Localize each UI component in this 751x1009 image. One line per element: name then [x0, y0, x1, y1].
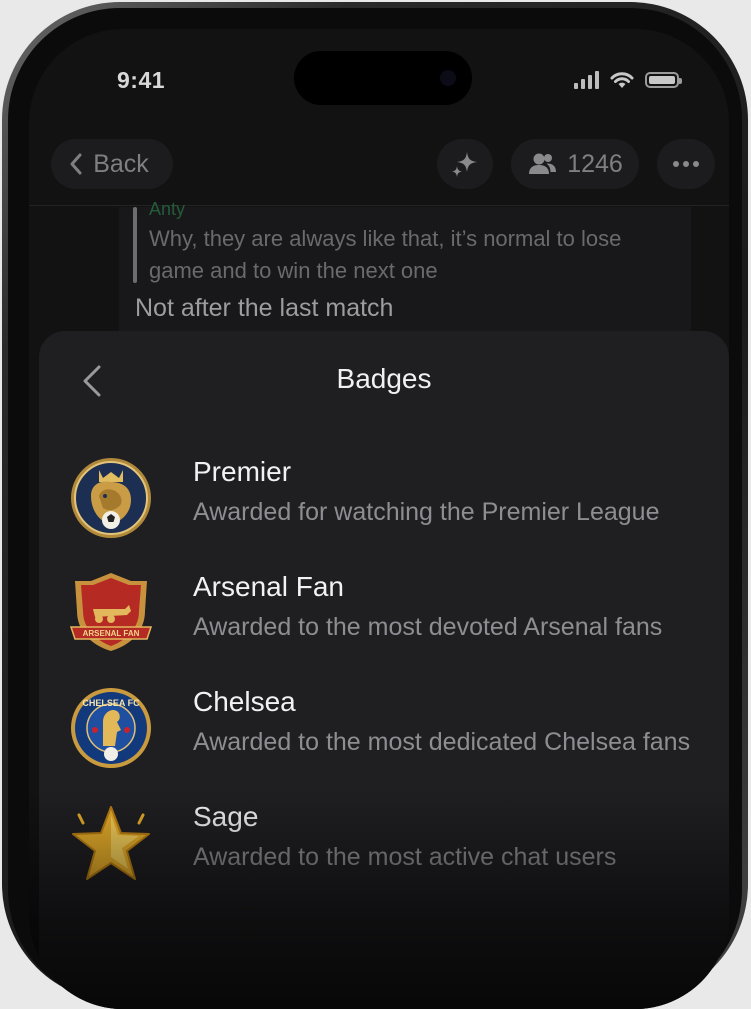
signal-icon [574, 71, 599, 89]
status-bar: 9:41 [29, 29, 729, 129]
people-icon [529, 153, 557, 174]
badge-item-chelsea[interactable]: CHELSEA FC Chelsea Awarded to the most d… [69, 686, 719, 786]
more-button[interactable] [657, 139, 715, 189]
badge-item-sage[interactable]: Sage Awarded to the most active chat use… [69, 801, 719, 901]
back-button[interactable]: Back [51, 139, 173, 189]
back-label: Back [93, 149, 149, 178]
badge-name: Arsenal Fan [193, 571, 344, 602]
badge-description: Awarded to the most dedicated Chelsea fa… [193, 728, 691, 756]
reply-quote-text: Why, they are always like that, it’s nor… [149, 226, 622, 283]
more-dot-icon [673, 161, 679, 167]
reply-author: Anty [149, 199, 186, 219]
badge-name: Sage [193, 801, 259, 832]
members-button[interactable]: 1246 [511, 139, 639, 189]
ai-sparkle-button[interactable] [437, 139, 493, 189]
phone-frame: 9:41 Back 1246 Anty Why, they are always… [2, 2, 748, 1009]
battery-icon [645, 72, 682, 88]
camera-icon [440, 70, 456, 86]
badge-name: Chelsea [193, 686, 296, 717]
crest-text: ARSENAL FAN [83, 629, 140, 638]
sparkle-icon [452, 152, 477, 177]
badge-description: Awarded to the most devoted Arsenal fans [193, 613, 663, 641]
badges-sheet: Badges Premier Awarded for watching the … [39, 331, 729, 1009]
chat-header: Back 1246 [29, 139, 729, 199]
gold-star-icon [72, 806, 150, 880]
wifi-icon [610, 72, 634, 88]
sheet-title: Badges [336, 363, 432, 394]
badge-description: Awarded to the most active chat users [193, 843, 617, 871]
badge-item-arsenal-fan[interactable]: ARSENAL FAN Arsenal Fan Awarded to the m… [69, 571, 719, 671]
badge-name: Premier [193, 456, 292, 487]
status-time: 9:41 [117, 67, 166, 93]
screen: 9:41 Back 1246 Anty Why, they are always… [29, 29, 729, 1009]
lion-crest-icon [71, 458, 151, 538]
message-text: Not after the last match [135, 294, 394, 322]
reply-quote-bar [133, 207, 137, 283]
arsenal-crest-icon: ARSENAL FAN [69, 573, 153, 651]
members-count: 1246 [567, 149, 623, 178]
phone-bezel: 9:41 Back 1246 Anty Why, they are always… [8, 8, 742, 1009]
dynamic-island [294, 51, 472, 105]
chevron-left-icon [70, 153, 82, 175]
status-icons [574, 70, 682, 90]
crest-text: CHELSEA FC [82, 698, 140, 708]
header-divider [29, 205, 729, 206]
badge-description: Awarded for watching the Premier League [193, 498, 660, 526]
chelsea-crest-icon: CHELSEA FC [71, 688, 151, 768]
badge-item-premier[interactable]: Premier Awarded for watching the Premier… [69, 456, 719, 556]
